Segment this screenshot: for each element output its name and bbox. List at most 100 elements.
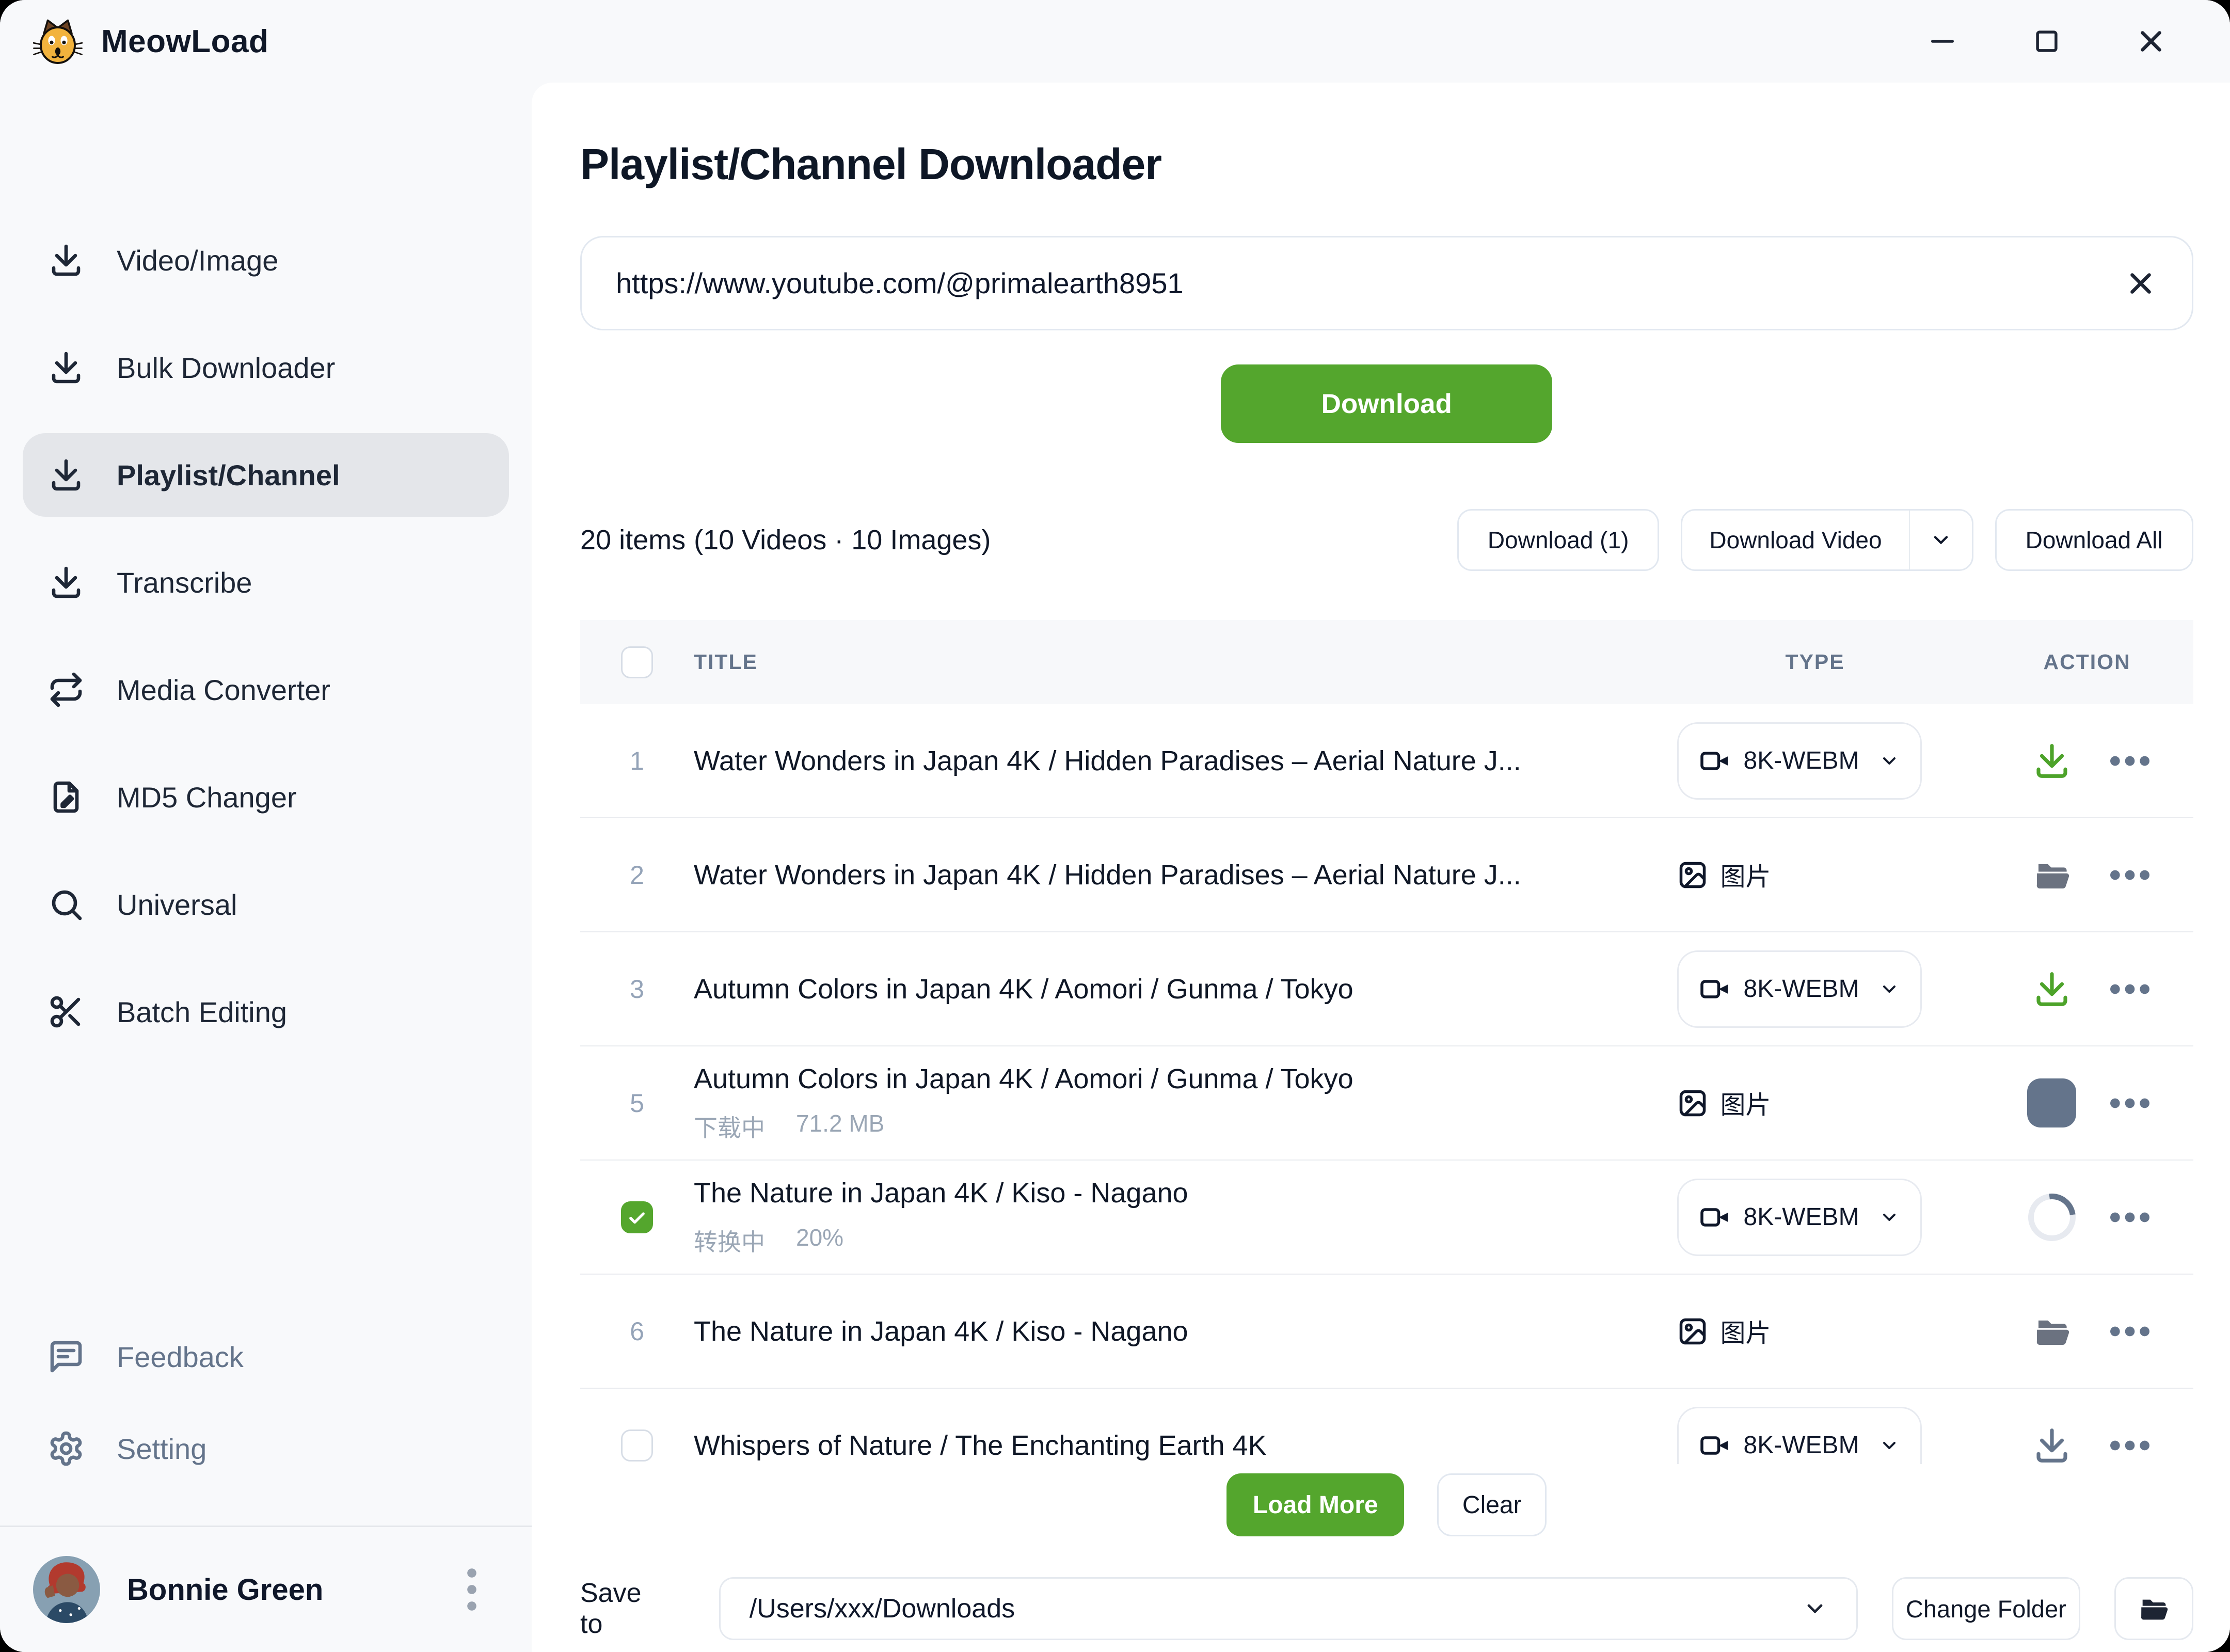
chevron-down-icon [1879, 1207, 1900, 1228]
video-icon [1699, 1430, 1730, 1461]
download-video-split-button: Download Video [1681, 509, 1973, 571]
spinner-icon [2018, 1184, 2085, 1250]
more-options-icon[interactable] [2108, 867, 2152, 883]
column-type: TYPE [1677, 650, 1992, 674]
url-input[interactable]: https://www.youtube.com/@primalearth8951 [580, 236, 2193, 330]
select-all-checkbox[interactable] [621, 646, 653, 678]
user-menu-icon[interactable] [461, 1565, 482, 1614]
open-folder-icon[interactable] [2027, 1307, 2077, 1356]
check-icon [626, 1206, 648, 1228]
folder-open-icon [2137, 1592, 2170, 1625]
download-icon [47, 456, 85, 494]
chevron-down-icon [1879, 979, 1900, 999]
sidebar-item-label: MD5 Changer [117, 781, 297, 814]
sidebar-item-bulk-downloader[interactable]: Bulk Downloader [0, 314, 532, 421]
row-status: 下载中 71.2 MB [694, 1109, 1646, 1143]
row-status: 转换中 20% [694, 1224, 1646, 1258]
loadmore-row: Load More Clear [580, 1473, 2193, 1536]
chevron-down-icon [1930, 529, 1952, 551]
user-row[interactable]: Bonnie Green [0, 1527, 532, 1652]
format-select[interactable]: 8K-WEBM [1677, 1407, 1922, 1465]
more-options-icon[interactable] [2108, 1324, 2152, 1339]
sidebar-item-label: Media Converter [117, 673, 330, 707]
change-folder-button[interactable]: Change Folder [1892, 1577, 2080, 1640]
app-window: MeowLoad Video/Image Bulk Downloader Pla… [0, 0, 2230, 1652]
row-checkbox[interactable] [621, 1429, 653, 1462]
video-icon [1699, 745, 1730, 776]
row-title: Autumn Colors in Japan 4K / Aomori / Gun… [694, 973, 1646, 1005]
clear-button[interactable]: Clear [1437, 1473, 1547, 1536]
table-row: 6 The Nature in Japan 4K / Kiso - Nagano… [580, 1275, 2193, 1389]
row-number: 6 [630, 1316, 644, 1346]
sidebar-item-feedback[interactable]: Feedback [0, 1311, 532, 1403]
save-path-value: /Users/xxx/Downloads [750, 1593, 1803, 1624]
more-options-icon[interactable] [2108, 981, 2152, 997]
open-folder-button[interactable] [2114, 1577, 2193, 1640]
sidebar: Video/Image Bulk Downloader Playlist/Cha… [0, 83, 532, 1652]
download-icon [47, 242, 85, 279]
sidebar-item-md5-changer[interactable]: MD5 Changer [0, 743, 532, 851]
user-name: Bonnie Green [127, 1572, 323, 1607]
maximize-icon [2030, 24, 2064, 58]
download-button[interactable]: Download [1221, 364, 1552, 443]
chevron-down-icon [1879, 1435, 1900, 1456]
row-status-label: 转换中 [694, 1224, 765, 1258]
more-options-icon[interactable] [2108, 1095, 2152, 1111]
table-row: 5 Autumn Colors in Japan 4K / Aomori / G… [580, 1046, 2193, 1161]
more-options-icon[interactable] [2108, 1438, 2152, 1453]
download-video-caret[interactable] [1910, 511, 1972, 569]
sidebar-item-label: Bulk Downloader [117, 351, 335, 385]
download-video-button[interactable]: Download Video [1682, 511, 1908, 569]
minimize-button[interactable] [1925, 24, 1960, 58]
type-image-label: 图片 [1721, 1313, 1771, 1349]
items-count: 20 items [580, 524, 686, 556]
sidebar-item-universal[interactable]: Universal [0, 851, 532, 958]
summary-row: 20 items (10 Videos · 10 Images) Downloa… [580, 509, 2193, 571]
page-title: Playlist/Channel Downloader [580, 139, 2193, 189]
download-item-icon[interactable] [2027, 964, 2077, 1014]
clear-url-icon[interactable] [2124, 266, 2158, 300]
load-more-button[interactable]: Load More [1226, 1473, 1404, 1536]
more-options-icon[interactable] [2108, 753, 2152, 769]
format-select[interactable]: 8K-WEBM [1677, 950, 1922, 1028]
stop-icon[interactable] [2027, 1078, 2076, 1127]
format-select[interactable]: 8K-WEBM [1677, 1179, 1922, 1256]
window-controls [1925, 24, 2168, 58]
close-icon [2134, 24, 2168, 58]
sidebar-item-playlist-channel[interactable]: Playlist/Channel [23, 433, 509, 517]
format-select[interactable]: 8K-WEBM [1677, 722, 1922, 800]
sidebar-item-transcribe[interactable]: Transcribe [0, 529, 532, 636]
row-title: Water Wonders in Japan 4K / Hidden Parad… [694, 745, 1646, 777]
format-label: 8K-WEBM [1744, 1431, 1859, 1459]
video-icon [1699, 1202, 1730, 1233]
maximize-button[interactable] [2030, 24, 2064, 58]
save-path-select[interactable]: /Users/xxx/Downloads [719, 1577, 1858, 1640]
row-checkbox[interactable] [621, 1201, 653, 1233]
sidebar-item-batch-editing[interactable]: Batch Editing [0, 958, 532, 1066]
sidebar-item-setting[interactable]: Setting [0, 1403, 532, 1495]
repeat-icon [47, 671, 85, 708]
row-title: Autumn Colors in Japan 4K / Aomori / Gun… [694, 1063, 1646, 1095]
save-to-label: Save to [580, 1578, 670, 1640]
chevron-down-icon [1879, 751, 1900, 771]
download-all-button[interactable]: Download All [1995, 509, 2193, 571]
sidebar-nav: Video/Image Bulk Downloader Playlist/Cha… [0, 206, 532, 1066]
download-item-gray-icon[interactable] [2027, 1421, 2077, 1465]
sidebar-item-video-image[interactable]: Video/Image [0, 206, 532, 314]
download-item-icon[interactable] [2027, 736, 2077, 786]
table-row: 2 Water Wonders in Japan 4K / Hidden Par… [580, 818, 2193, 932]
format-label: 8K-WEBM [1744, 1203, 1859, 1231]
close-button[interactable] [2134, 24, 2168, 58]
open-folder-icon[interactable] [2027, 850, 2077, 900]
sidebar-item-media-converter[interactable]: Media Converter [0, 636, 532, 743]
download-icon [47, 349, 85, 386]
file-pen-icon [47, 779, 85, 816]
sidebar-item-label: Setting [117, 1432, 206, 1466]
type-image: 图片 [1677, 856, 1771, 893]
minimize-icon [1925, 24, 1960, 58]
download-selected-button[interactable]: Download (1) [1457, 509, 1660, 571]
more-options-icon[interactable] [2108, 1210, 2152, 1225]
app-title: MeowLoad [101, 23, 268, 60]
row-number: 2 [630, 860, 644, 890]
table-body: 1 Water Wonders in Japan 4K / Hidden Par… [580, 704, 2193, 1464]
